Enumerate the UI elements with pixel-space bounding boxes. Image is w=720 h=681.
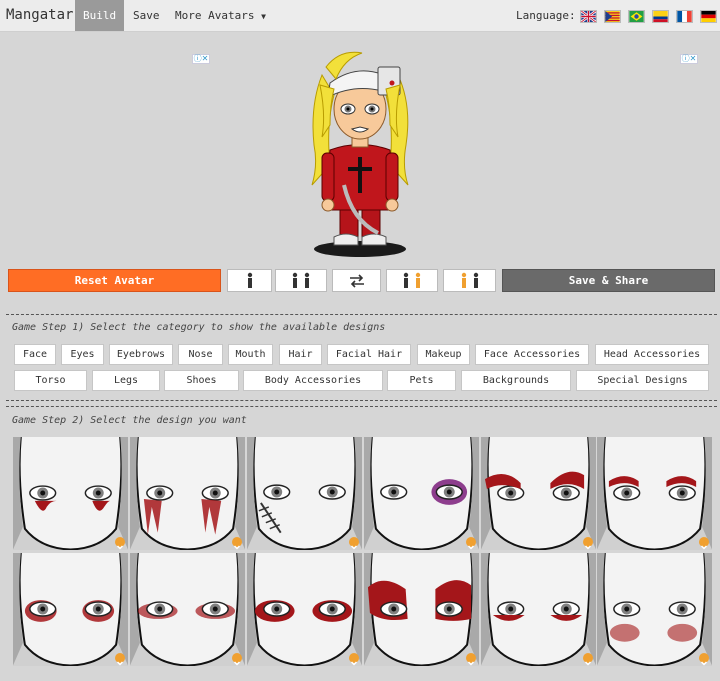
person-icon [247, 272, 252, 288]
female-male-figures-button[interactable] [443, 269, 496, 292]
two-male-figures-button[interactable] [275, 269, 327, 292]
category-backgrounds[interactable]: Backgrounds [461, 370, 571, 391]
design-tile[interactable] [481, 553, 596, 666]
design-tile[interactable] [364, 553, 479, 666]
category-special-designs[interactable]: Special Designs [576, 370, 709, 391]
reset-avatar-button[interactable]: Reset Avatar [8, 269, 221, 292]
language-label: Language: [516, 9, 576, 22]
chevron-down-icon[interactable] [466, 653, 476, 666]
brand-logo[interactable]: Mangatar [6, 7, 73, 23]
makeup-preview-image [481, 553, 596, 666]
swap-button[interactable] [332, 269, 381, 292]
makeup-preview-image [247, 437, 362, 550]
chevron-down-icon[interactable] [583, 537, 593, 550]
chevron-down-icon[interactable] [115, 537, 125, 550]
chevron-down-icon[interactable] [232, 653, 242, 666]
makeup-preview-image [364, 553, 479, 666]
design-tile[interactable] [13, 437, 128, 550]
catalan-flag-icon[interactable] [604, 10, 621, 23]
male-female-icon [403, 272, 421, 288]
category-pets[interactable]: Pets [387, 370, 456, 391]
category-face[interactable]: Face [14, 344, 56, 365]
category-facial-hair[interactable]: Facial Hair [327, 344, 411, 365]
makeup-preview-image [597, 553, 712, 666]
swap-arrows-icon [349, 274, 364, 288]
category-torso[interactable]: Torso [14, 370, 87, 391]
makeup-preview-image [364, 437, 479, 550]
chevron-down-icon[interactable] [583, 653, 593, 666]
german-flag-icon[interactable] [700, 10, 717, 23]
makeup-preview-image [13, 553, 128, 666]
makeup-preview-image [247, 553, 362, 666]
makeup-preview-image [481, 437, 596, 550]
design-tile[interactable] [130, 553, 245, 666]
nav-save[interactable]: Save [125, 0, 168, 31]
design-tile[interactable] [247, 437, 362, 550]
category-face-accessories[interactable]: Face Accessories [475, 344, 589, 365]
divider [6, 314, 717, 315]
category-hair[interactable]: Hair [279, 344, 322, 365]
makeup-preview-image [130, 553, 245, 666]
category-body-accessories[interactable]: Body Accessories [243, 370, 383, 391]
nav-build[interactable]: Build [75, 0, 125, 31]
nav-more-avatars-label: More Avatars [175, 9, 255, 22]
caret-down-icon: ▼ [261, 12, 266, 21]
chevron-down-icon[interactable] [699, 653, 709, 666]
makeup-preview-image [13, 437, 128, 550]
makeup-preview-image [130, 437, 245, 550]
chevron-down-icon[interactable] [466, 537, 476, 550]
brazil-flag-icon[interactable] [628, 10, 645, 23]
step1-title: Game Step 1) Select the category to show… [12, 322, 386, 333]
category-eyes[interactable]: Eyes [61, 344, 104, 365]
chevron-down-icon[interactable] [232, 537, 242, 550]
top-bar: Mangatar Build Save More Avatars ▼ Langu… [0, 0, 720, 32]
category-makeup[interactable]: Makeup [417, 344, 470, 365]
ad-choices-icon[interactable]: ⓘ✕ [680, 54, 698, 64]
design-tile[interactable] [13, 553, 128, 666]
male-figure-button[interactable] [227, 269, 272, 292]
english-flag-icon[interactable] [580, 10, 597, 23]
ad-choices-icon[interactable]: ⓘ✕ [192, 54, 210, 64]
design-tile[interactable] [130, 437, 245, 550]
design-tile[interactable] [481, 437, 596, 550]
chevron-down-icon[interactable] [349, 537, 359, 550]
divider [6, 406, 717, 407]
category-eyebrows[interactable]: Eyebrows [109, 344, 173, 365]
design-tile[interactable] [597, 437, 712, 550]
chevron-down-icon[interactable] [699, 537, 709, 550]
design-tile[interactable] [364, 437, 479, 550]
avatar-preview [300, 45, 420, 265]
nav-more-avatars[interactable]: More Avatars ▼ [167, 0, 274, 31]
chevron-down-icon[interactable] [349, 653, 359, 666]
category-legs[interactable]: Legs [92, 370, 160, 391]
female-male-icon [461, 272, 478, 288]
makeup-preview-image [597, 437, 712, 550]
two-people-icon [292, 272, 310, 288]
save-and-share-button[interactable]: Save & Share [502, 269, 715, 292]
chevron-down-icon[interactable] [115, 653, 125, 666]
french-flag-icon[interactable] [676, 10, 693, 23]
category-mouth[interactable]: Mouth [228, 344, 273, 365]
colombia-flag-icon[interactable] [652, 10, 669, 23]
step2-title: Game Step 2) Select the design you want [12, 415, 247, 426]
design-tile[interactable] [597, 553, 712, 666]
category-head-accessories[interactable]: Head Accessories [595, 344, 709, 365]
design-tile[interactable] [247, 553, 362, 666]
category-nose[interactable]: Nose [178, 344, 223, 365]
male-female-figures-button[interactable] [386, 269, 438, 292]
divider [6, 400, 717, 401]
category-shoes[interactable]: Shoes [164, 370, 239, 391]
